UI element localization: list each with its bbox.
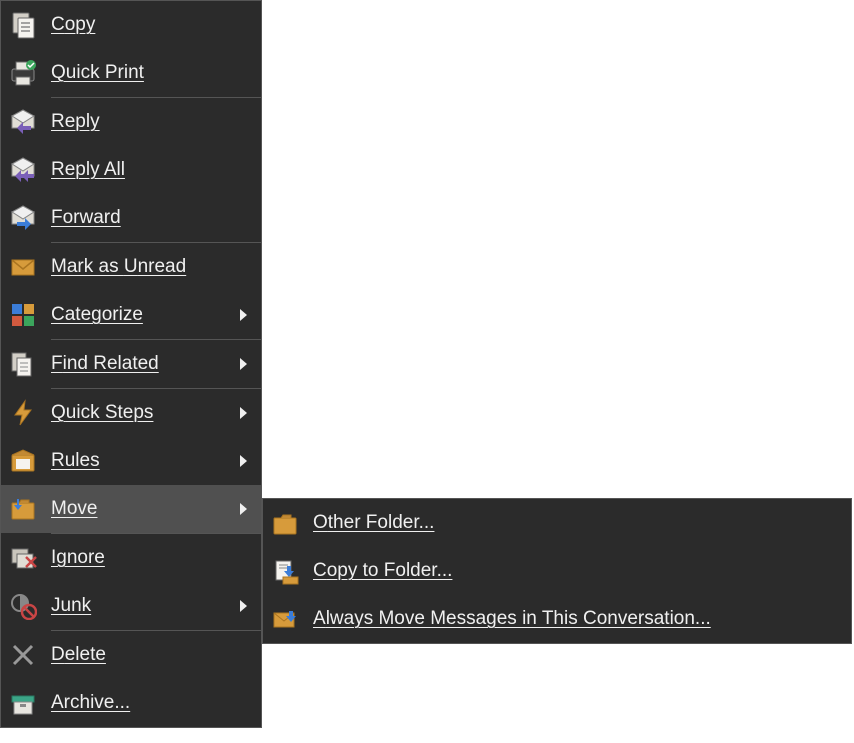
menu-item-quick-print[interactable]: Quick Print bbox=[1, 49, 261, 97]
mark-unread-icon bbox=[9, 253, 37, 281]
menu-item-label: Archive... bbox=[51, 692, 253, 714]
reply-all-icon bbox=[9, 156, 37, 184]
menu-item-other-folder[interactable]: Other Folder... bbox=[263, 499, 851, 547]
forward-icon bbox=[9, 204, 37, 232]
other-folder-icon bbox=[271, 509, 299, 537]
menu-item-find-related[interactable]: Find Related bbox=[1, 340, 261, 388]
delete-icon bbox=[9, 641, 37, 669]
menu-item-always-move[interactable]: Always Move Messages in This Conversatio… bbox=[263, 595, 851, 643]
menu-item-junk[interactable]: Junk bbox=[1, 582, 261, 630]
submenu-arrow-icon bbox=[240, 309, 247, 321]
copy-to-folder-icon bbox=[271, 557, 299, 585]
quick-steps-icon bbox=[9, 399, 37, 427]
menu-item-label: Categorize bbox=[51, 304, 240, 326]
menu-item-label: Copy to Folder... bbox=[313, 560, 843, 582]
submenu-arrow-icon bbox=[240, 503, 247, 515]
menu-item-label: Junk bbox=[51, 595, 240, 617]
archive-icon bbox=[9, 689, 37, 717]
submenu-arrow-icon bbox=[240, 455, 247, 467]
categorize-icon bbox=[9, 301, 37, 329]
reply-icon bbox=[9, 108, 37, 136]
submenu-arrow-icon bbox=[240, 407, 247, 419]
submenu-arrow-icon bbox=[240, 600, 247, 612]
ignore-icon bbox=[9, 544, 37, 572]
always-move-icon bbox=[271, 605, 299, 633]
menu-item-label: Find Related bbox=[51, 353, 240, 375]
menu-item-label: Copy bbox=[51, 14, 253, 36]
menu-item-label: Forward bbox=[51, 207, 253, 229]
menu-item-rules[interactable]: Rules bbox=[1, 437, 261, 485]
menu-item-copy-to-folder[interactable]: Copy to Folder... bbox=[263, 547, 851, 595]
menu-item-label: Quick Print bbox=[51, 62, 253, 84]
menu-item-delete[interactable]: Delete bbox=[1, 631, 261, 679]
menu-item-quick-steps[interactable]: Quick Steps bbox=[1, 389, 261, 437]
find-related-icon bbox=[9, 350, 37, 378]
junk-icon bbox=[9, 592, 37, 620]
menu-item-label: Other Folder... bbox=[313, 512, 843, 534]
menu-item-label: Ignore bbox=[51, 547, 253, 569]
menu-item-label: Quick Steps bbox=[51, 402, 240, 424]
context-menu: Copy Quick Print Reply Reply All Forward Mark… bbox=[0, 0, 262, 728]
rules-icon bbox=[9, 447, 37, 475]
menu-item-label: Reply All bbox=[51, 159, 253, 181]
submenu-arrow-icon bbox=[240, 358, 247, 370]
menu-item-ignore[interactable]: Ignore bbox=[1, 534, 261, 582]
menu-item-label: Always Move Messages in This Conversatio… bbox=[313, 608, 843, 630]
menu-item-move[interactable]: Move bbox=[1, 485, 261, 533]
menu-item-label: Delete bbox=[51, 644, 253, 666]
menu-item-label: Mark as Unread bbox=[51, 256, 253, 278]
menu-item-label: Rules bbox=[51, 450, 240, 472]
menu-item-forward[interactable]: Forward bbox=[1, 194, 261, 242]
menu-item-mark-unread[interactable]: Mark as Unread bbox=[1, 243, 261, 291]
menu-item-reply-all[interactable]: Reply All bbox=[1, 146, 261, 194]
move-icon bbox=[9, 495, 37, 523]
quick-print-icon bbox=[9, 59, 37, 87]
menu-item-label: Move bbox=[51, 498, 240, 520]
menu-item-label: Reply bbox=[51, 111, 253, 133]
copy-icon bbox=[9, 11, 37, 39]
menu-item-categorize[interactable]: Categorize bbox=[1, 291, 261, 339]
menu-item-copy[interactable]: Copy bbox=[1, 1, 261, 49]
menu-item-reply[interactable]: Reply bbox=[1, 98, 261, 146]
menu-item-archive[interactable]: Archive... bbox=[1, 679, 261, 727]
move-submenu: Other Folder... Copy to Folder... Always M… bbox=[262, 498, 852, 644]
